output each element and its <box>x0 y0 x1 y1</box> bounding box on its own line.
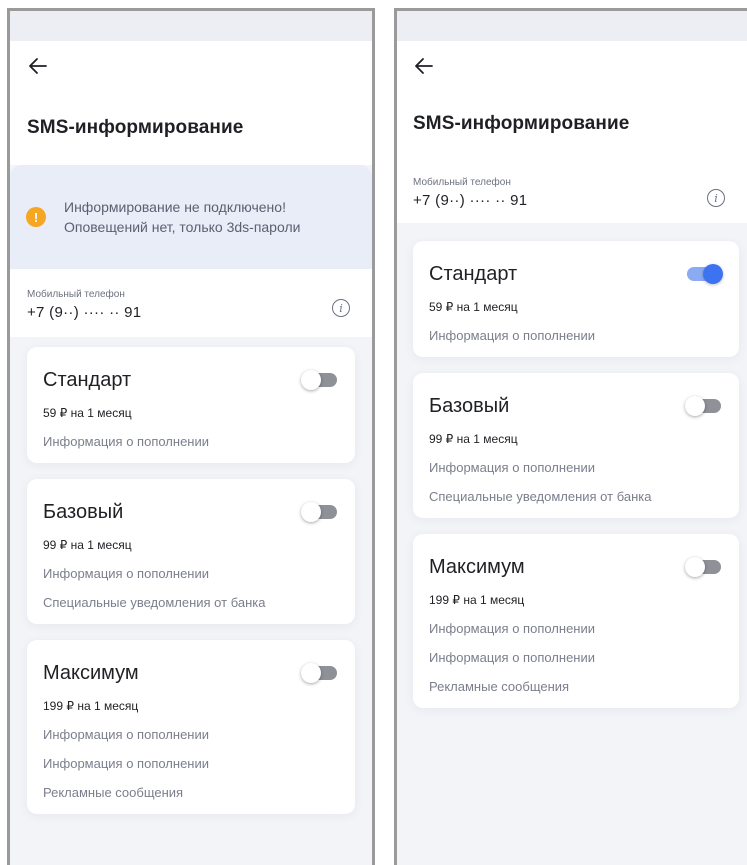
plan-feature: Информация о пополнении <box>429 650 595 665</box>
plan-list: Стандарт 59 ₽ на 1 месяц Информация о по… <box>10 337 372 814</box>
screen-sms-standard-enabled: SMS-информирование Мобильный телефон +7 … <box>394 8 747 865</box>
toggle-knob <box>301 370 321 390</box>
plan-toggle-maximum[interactable] <box>685 557 721 577</box>
toggle-knob <box>703 264 723 284</box>
plan-toggle-standard[interactable] <box>687 264 723 284</box>
phone-value: +7 (9··) ···· ·· 91 <box>27 304 142 321</box>
plan-name: Базовый <box>43 501 124 523</box>
plan-feature: Информация о пополнении <box>43 434 209 449</box>
plan-card-standard: Стандарт 59 ₽ на 1 месяц Информация о по… <box>27 347 355 463</box>
phone-block: Мобильный телефон +7 (9··) ···· ·· 91 i <box>397 159 747 223</box>
plan-toggle-basic[interactable] <box>685 396 721 416</box>
warning-banner: ! Информирование не подключено! Оповещен… <box>10 165 372 269</box>
screen-sms-not-connected: SMS-информирование ! Информирование не п… <box>7 8 375 865</box>
status-bar <box>397 11 747 41</box>
warning-line-2: Оповещений нет, только 3ds-пароли <box>64 219 301 235</box>
phone-label: Мобильный телефон <box>413 177 511 188</box>
plan-feature: Информация о пополнении <box>43 566 209 581</box>
phone-block: Мобильный телефон +7 (9··) ···· ·· 91 i <box>10 269 372 337</box>
phone-label: Мобильный телефон <box>27 289 125 300</box>
warning-line-1: Информирование не подключено! <box>64 199 286 215</box>
plan-feature: Информация о пополнении <box>43 727 209 742</box>
warning-icon: ! <box>26 207 46 227</box>
back-arrow-icon[interactable] <box>413 55 435 77</box>
toggle-knob <box>685 557 705 577</box>
plan-feature: Рекламные сообщения <box>43 785 184 800</box>
info-icon[interactable]: i <box>707 189 725 207</box>
plan-card-standard: Стандарт 59 ₽ на 1 месяц Информация о по… <box>413 241 739 357</box>
plan-price: 199 ₽ на 1 месяц <box>429 593 525 607</box>
plan-price: 99 ₽ на 1 месяц <box>429 432 518 446</box>
plan-price: 99 ₽ на 1 месяц <box>43 538 132 552</box>
plan-price: 59 ₽ на 1 месяц <box>43 406 132 420</box>
phone-value: +7 (9··) ···· ·· 91 <box>413 192 528 209</box>
plan-feature: Рекламные сообщения <box>429 679 570 694</box>
plan-feature: Специальные уведомления от банка <box>43 595 266 610</box>
plan-name: Стандарт <box>43 369 132 391</box>
plan-list: Стандарт 59 ₽ на 1 месяц Информация о по… <box>397 223 747 708</box>
back-arrow-icon[interactable] <box>27 55 49 77</box>
toggle-knob <box>685 396 705 416</box>
plan-feature: Информация о пополнении <box>43 756 209 771</box>
plan-feature: Информация о пополнении <box>429 460 595 475</box>
page-header: SMS-информирование <box>397 41 747 159</box>
plan-name: Базовый <box>429 395 510 417</box>
plan-toggle-standard[interactable] <box>301 370 337 390</box>
toggle-knob <box>301 502 321 522</box>
plan-toggle-maximum[interactable] <box>301 663 337 683</box>
plan-card-basic: Базовый 99 ₽ на 1 месяц Информация о поп… <box>27 479 355 624</box>
toggle-knob <box>301 663 321 683</box>
plan-name: Максимум <box>43 662 139 684</box>
plan-toggle-basic[interactable] <box>301 502 337 522</box>
info-icon[interactable]: i <box>332 299 350 317</box>
page-header: SMS-информирование <box>10 41 372 165</box>
plan-card-maximum: Максимум 199 ₽ на 1 месяц Информация о п… <box>27 640 355 814</box>
plan-name: Стандарт <box>429 263 518 285</box>
plan-feature: Информация о пополнении <box>429 621 595 636</box>
plan-card-basic: Базовый 99 ₽ на 1 месяц Информация о поп… <box>413 373 739 518</box>
plan-name: Максимум <box>429 556 525 578</box>
page-title: SMS-информирование <box>413 113 630 134</box>
status-bar <box>10 11 372 41</box>
plan-feature: Специальные уведомления от банка <box>429 489 652 504</box>
page-title: SMS-информирование <box>27 117 244 138</box>
warning-text: Информирование не подключено! Оповещений… <box>64 197 300 237</box>
plan-card-maximum: Максимум 199 ₽ на 1 месяц Информация о п… <box>413 534 739 708</box>
plan-price: 199 ₽ на 1 месяц <box>43 699 139 713</box>
plan-price: 59 ₽ на 1 месяц <box>429 300 518 314</box>
plan-feature: Информация о пополнении <box>429 328 595 343</box>
